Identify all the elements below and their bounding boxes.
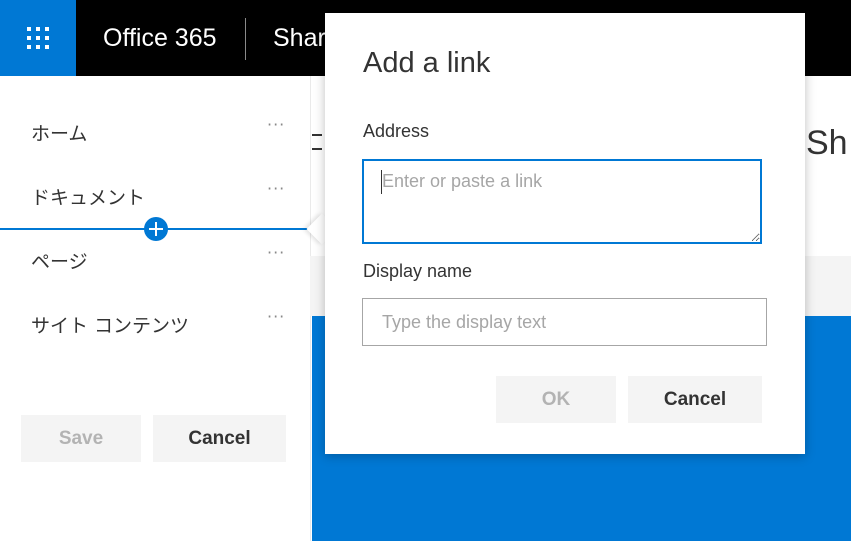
left-navigation: ホーム ··· ドキュメント ··· ページ ··· サイト コンテンツ ···… <box>0 76 310 541</box>
address-input[interactable] <box>362 159 762 244</box>
more-options-icon[interactable]: ··· <box>267 115 285 134</box>
nav-item-label: サイト コンテンツ <box>31 315 190 337</box>
dialog-cancel-button[interactable]: Cancel <box>628 376 762 423</box>
app-launcher-button[interactable] <box>0 0 76 76</box>
nav-item-site-contents[interactable]: サイト コンテンツ ··· <box>0 303 310 343</box>
nav-item-label: ホーム <box>31 123 88 145</box>
text-caret <box>381 170 382 194</box>
nav-save-button[interactable]: Save <box>21 415 141 462</box>
sharepoint-link[interactable]: Shar <box>273 20 326 56</box>
page-title-fragment-left <box>312 128 324 158</box>
dialog-title: Add a link <box>363 47 491 79</box>
page-title-fragment: Sh <box>806 124 848 162</box>
nav-cancel-button[interactable]: Cancel <box>153 415 286 462</box>
suite-bar-divider <box>245 18 246 60</box>
nav-item-label: ドキュメント <box>31 187 146 209</box>
waffle-grid-icon <box>27 27 49 49</box>
add-link-dialog: Add a link Address Display name OK Cance… <box>325 13 805 454</box>
nav-item-documents[interactable]: ドキュメント ··· <box>0 175 310 215</box>
display-name-input[interactable] <box>362 298 767 346</box>
address-label: Address <box>363 121 430 141</box>
office-365-brand[interactable]: Office 365 <box>103 20 217 56</box>
display-name-label: Display name <box>363 261 473 281</box>
ok-button[interactable]: OK <box>496 376 616 423</box>
nav-item-label: ページ <box>31 251 88 273</box>
more-options-icon[interactable]: ··· <box>267 243 285 262</box>
more-options-icon[interactable]: ··· <box>267 179 285 198</box>
more-options-icon[interactable]: ··· <box>267 307 285 326</box>
nav-item-home[interactable]: ホーム ··· <box>0 111 310 151</box>
nav-item-pages[interactable]: ページ ··· <box>0 239 310 279</box>
plus-circle-icon[interactable] <box>144 217 168 241</box>
